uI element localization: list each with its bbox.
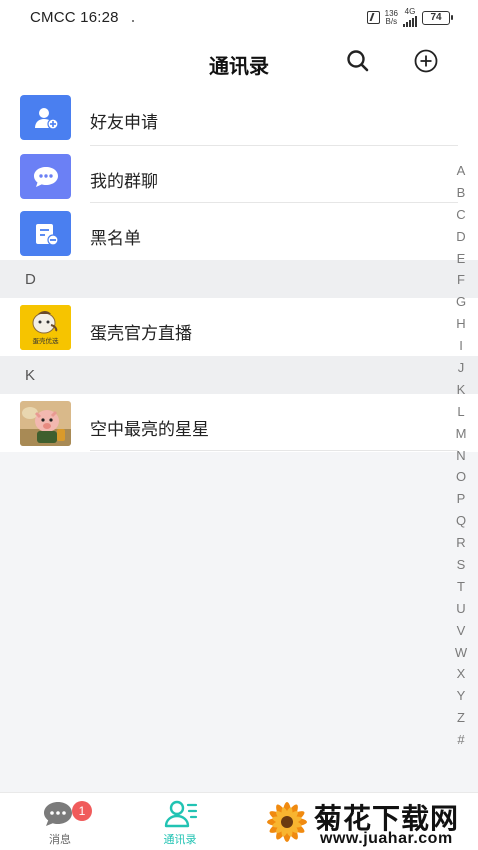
contacts-icon [164, 800, 198, 828]
plus-circle-icon [414, 49, 438, 73]
alphabet-letter-x[interactable]: X [457, 663, 466, 685]
contact-row-dankeguanfang[interactable]: 蛋壳优选 蛋壳官方直播 [0, 298, 478, 356]
divider [90, 450, 458, 451]
add-button[interactable] [413, 48, 439, 74]
page-title: 通讯录 [209, 56, 269, 78]
alphabet-letter-r[interactable]: R [456, 532, 465, 554]
battery-icon: 74 [422, 10, 453, 25]
alphabet-letter-f[interactable]: F [457, 269, 465, 291]
alphabet-letter-c[interactable]: C [456, 204, 465, 226]
alphabet-letter-n[interactable]: N [456, 445, 465, 467]
flower-logo-icon [267, 802, 307, 842]
unread-badge: 1 [72, 801, 92, 821]
alphabet-letter-i[interactable]: I [459, 335, 463, 357]
status-bar: CMCC 16:28 136 B/s 4G 74 [0, 0, 478, 36]
section-letter: D [25, 271, 36, 288]
alphabet-letter-e[interactable]: E [457, 248, 466, 270]
nav-messages-label: 消息 [49, 834, 71, 846]
alphabet-letter-k[interactable]: K [457, 379, 466, 401]
alphabet-letter-p[interactable]: P [457, 488, 466, 510]
alphabet-letter-d[interactable]: D [456, 226, 465, 248]
alphabet-letter-v[interactable]: V [457, 620, 466, 642]
watermark-url: www.juahar.com [320, 830, 453, 847]
group-chats-row[interactable]: 我的群聊 [0, 146, 478, 203]
avatar-brand-text: 蛋壳优选 [33, 336, 60, 345]
contact-row-kongzhong[interactable]: 空中最亮的星星 [0, 394, 478, 452]
contact-name: 蛋壳官方直播 [90, 324, 192, 343]
alphabet-letter-z[interactable]: Z [457, 707, 465, 729]
contact-name: 空中最亮的星星 [90, 420, 209, 439]
contact-list: 好友申请 我的群聊 黑名单 D 蛋壳优选 蛋壳官方直播 K 空中最亮的星星 [0, 86, 478, 452]
alphabet-letter-q[interactable]: Q [456, 510, 466, 532]
blacklist-icon [20, 211, 71, 256]
section-header-d: D [0, 260, 478, 298]
signal-icon [403, 16, 417, 27]
speed-unit: B/s [385, 16, 398, 26]
alphabet-letter-w[interactable]: W [455, 642, 467, 664]
nav-contacts-label: 通讯录 [163, 834, 197, 846]
alphabet-letter-o[interactable]: O [456, 466, 466, 488]
cell-signal: 4G [403, 8, 417, 27]
group-chat-icon [20, 154, 71, 199]
blacklist-label: 黑名单 [90, 229, 141, 248]
alphabet-letter-s[interactable]: S [457, 554, 466, 576]
alphabet-letter-y[interactable]: Y [457, 685, 466, 707]
group-chats-label: 我的群聊 [90, 172, 158, 191]
avatar [20, 401, 71, 446]
avatar: 蛋壳优选 [20, 305, 71, 350]
status-icons: 136 B/s 4G 74 [366, 8, 453, 27]
alphabet-letter-g[interactable]: G [456, 291, 466, 313]
add-friend-icon [20, 95, 71, 140]
alphabet-letter-t[interactable]: T [457, 576, 465, 598]
alphabet-letter-b[interactable]: B [457, 182, 466, 204]
carrier-time: CMCC 16:28 [30, 9, 119, 26]
network-type: 4G [404, 7, 416, 16]
friend-requests-label: 好友申请 [90, 113, 158, 132]
section-header-k: K [0, 356, 478, 394]
status-dot [132, 20, 134, 22]
alphabet-letter-u[interactable]: U [456, 598, 465, 620]
nav-messages[interactable]: 1 消息 [0, 793, 120, 850]
alphabet-letter-a[interactable]: A [457, 160, 466, 182]
alphabet-letter-j[interactable]: J [458, 357, 465, 379]
alphabet-letter-hash[interactable]: # [457, 729, 464, 751]
search-icon [347, 50, 369, 72]
alphabet-letter-l[interactable]: L [457, 401, 464, 423]
alphabet-index[interactable]: A B C D E F G H I J K L M N O P Q R S T U V W X Y Z # [452, 160, 470, 751]
blacklist-row[interactable]: 黑名单 [0, 203, 478, 260]
watermark: 菊花下载网 www.juahar.com [262, 793, 478, 850]
network-speed: 136 B/s [385, 9, 398, 26]
nav-contacts[interactable]: 通讯录 [120, 793, 240, 850]
search-button[interactable] [345, 48, 371, 74]
friend-requests-row[interactable]: 好友申请 [0, 86, 478, 146]
nfc-icon [366, 11, 380, 24]
alphabet-letter-m[interactable]: M [456, 423, 467, 445]
header: 通讯录 [0, 36, 478, 86]
alphabet-letter-h[interactable]: H [456, 313, 465, 335]
section-letter: K [25, 367, 36, 384]
